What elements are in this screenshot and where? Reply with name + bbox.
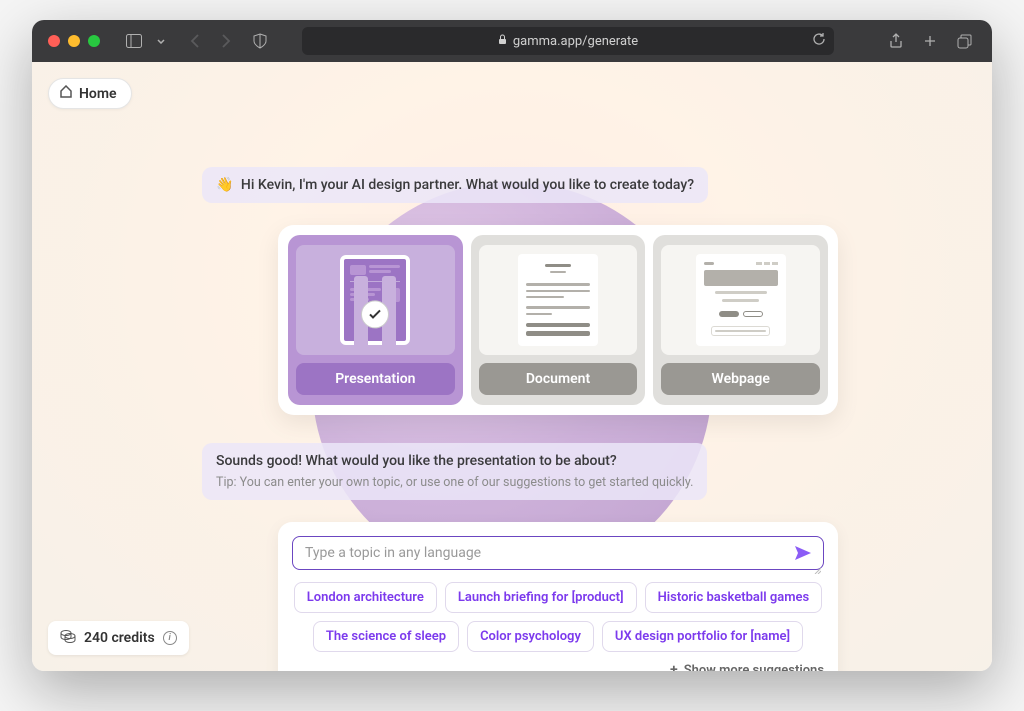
lock-icon [498, 34, 507, 48]
close-window-button[interactable] [48, 35, 60, 47]
greeting-text: Hi Kevin, I'm your AI design partner. Wh… [241, 177, 694, 193]
credits-text: 240 credits [84, 630, 155, 646]
browser-window: gamma.app/generate Home [32, 20, 992, 671]
input-panel: London architecture Launch briefing for … [278, 522, 838, 671]
document-preview [479, 245, 638, 355]
show-more-label: Show more suggestions [684, 663, 824, 672]
suggestion-chip[interactable]: Color psychology [467, 621, 594, 652]
browser-right-controls [884, 29, 976, 53]
refresh-icon[interactable] [812, 32, 826, 50]
followup-bubble: Sounds good! What would you like the pre… [202, 443, 707, 500]
tabs-icon[interactable] [952, 29, 976, 53]
type-card-webpage[interactable]: Webpage [653, 235, 828, 405]
webpage-preview [661, 245, 820, 355]
url-text: gamma.app/generate [513, 34, 638, 49]
suggestion-chip[interactable]: Historic basketball games [645, 582, 823, 613]
greeting-bubble: 👋 Hi Kevin, I'm your AI design partner. … [202, 167, 708, 203]
followup-question: Sounds good! What would you like the pre… [216, 453, 693, 469]
document-label: Document [479, 363, 638, 395]
dropdown-icon[interactable] [154, 29, 168, 53]
forward-button[interactable] [214, 29, 238, 53]
webpage-label: Webpage [661, 363, 820, 395]
suggestion-chip[interactable]: UX design portfolio for [name] [602, 621, 803, 652]
resize-handle[interactable] [813, 559, 821, 567]
suggestion-chip[interactable]: The science of sleep [313, 621, 459, 652]
back-button[interactable] [182, 29, 206, 53]
suggestion-chip[interactable]: Launch briefing for [product] [445, 582, 637, 613]
suggestion-chip[interactable]: London architecture [294, 582, 437, 613]
shield-icon[interactable] [248, 29, 272, 53]
coins-icon [60, 629, 76, 647]
presentation-label: Presentation [296, 363, 455, 395]
share-icon[interactable] [884, 29, 908, 53]
topic-input[interactable] [305, 545, 795, 561]
url-bar[interactable]: gamma.app/generate [302, 27, 834, 55]
browser-left-controls [122, 29, 238, 53]
minimize-window-button[interactable] [68, 35, 80, 47]
topic-input-wrap [292, 536, 824, 570]
home-button[interactable]: Home [48, 78, 132, 109]
followup-tip: Tip: You can enter your own topic, or us… [216, 475, 693, 490]
new-tab-icon[interactable] [918, 29, 942, 53]
maximize-window-button[interactable] [88, 35, 100, 47]
plus-icon: + [670, 662, 678, 671]
wave-emoji: 👋 [216, 177, 233, 193]
home-label: Home [79, 86, 117, 102]
sidebar-icon[interactable] [122, 29, 146, 53]
traffic-lights [48, 35, 100, 47]
browser-bar: gamma.app/generate [32, 20, 992, 62]
type-card-presentation[interactable]: Presentation [288, 235, 463, 405]
type-selector: Presentation [278, 225, 838, 415]
home-icon [59, 85, 73, 102]
credits-badge[interactable]: 240 credits i [48, 621, 189, 655]
info-icon[interactable]: i [163, 631, 177, 645]
check-icon [361, 300, 389, 328]
send-button[interactable] [795, 546, 811, 560]
suggestions: London architecture Launch briefing for … [292, 582, 824, 652]
app-content: Home 240 credits i 👋 Hi Kevin, I'm your … [32, 62, 992, 671]
show-more-button[interactable]: + Show more suggestions [292, 662, 824, 671]
main-content: 👋 Hi Kevin, I'm your AI design partner. … [232, 62, 792, 671]
type-card-document[interactable]: Document [471, 235, 646, 405]
